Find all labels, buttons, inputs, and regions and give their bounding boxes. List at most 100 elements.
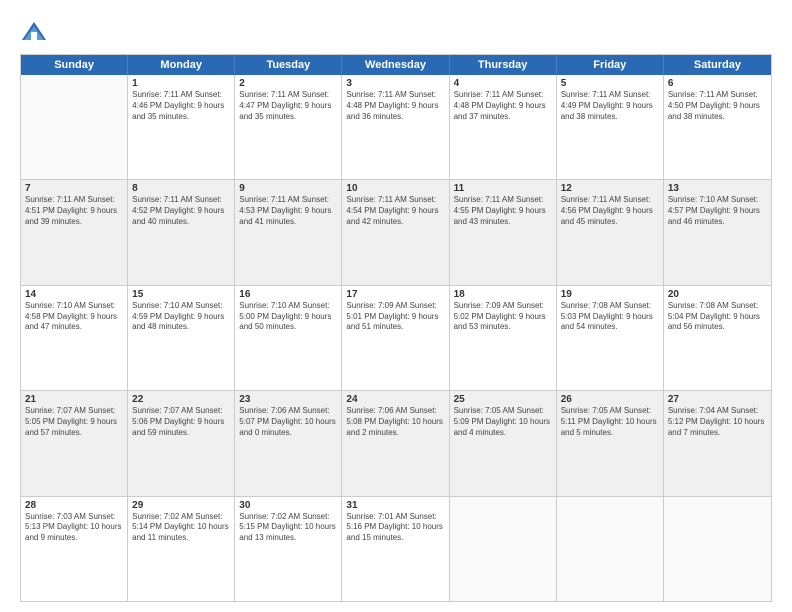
cal-cell-1-5: 4Sunrise: 7:11 AM Sunset: 4:48 PM Daylig… [450, 75, 557, 179]
weekday-header-thursday: Thursday [450, 55, 557, 75]
day-number: 12 [561, 183, 659, 194]
cal-cell-4-7: 27Sunrise: 7:04 AM Sunset: 5:12 PM Dayli… [664, 391, 771, 495]
cal-cell-4-1: 21Sunrise: 7:07 AM Sunset: 5:05 PM Dayli… [21, 391, 128, 495]
cal-cell-5-7 [664, 497, 771, 601]
day-info: Sunrise: 7:02 AM Sunset: 5:15 PM Dayligh… [239, 512, 337, 544]
cal-cell-3-1: 14Sunrise: 7:10 AM Sunset: 4:58 PM Dayli… [21, 286, 128, 390]
day-number: 30 [239, 500, 337, 511]
day-info: Sunrise: 7:01 AM Sunset: 5:16 PM Dayligh… [346, 512, 444, 544]
cal-cell-1-4: 3Sunrise: 7:11 AM Sunset: 4:48 PM Daylig… [342, 75, 449, 179]
day-info: Sunrise: 7:08 AM Sunset: 5:03 PM Dayligh… [561, 301, 659, 333]
calendar-row-1: 1Sunrise: 7:11 AM Sunset: 4:46 PM Daylig… [21, 75, 771, 180]
day-info: Sunrise: 7:10 AM Sunset: 4:58 PM Dayligh… [25, 301, 123, 333]
calendar-body: 1Sunrise: 7:11 AM Sunset: 4:46 PM Daylig… [21, 75, 771, 601]
day-info: Sunrise: 7:10 AM Sunset: 4:59 PM Dayligh… [132, 301, 230, 333]
cal-cell-2-7: 13Sunrise: 7:10 AM Sunset: 4:57 PM Dayli… [664, 180, 771, 284]
day-info: Sunrise: 7:02 AM Sunset: 5:14 PM Dayligh… [132, 512, 230, 544]
day-number: 4 [454, 78, 552, 89]
calendar-row-5: 28Sunrise: 7:03 AM Sunset: 5:13 PM Dayli… [21, 497, 771, 601]
cal-cell-5-2: 29Sunrise: 7:02 AM Sunset: 5:14 PM Dayli… [128, 497, 235, 601]
day-info: Sunrise: 7:11 AM Sunset: 4:56 PM Dayligh… [561, 195, 659, 227]
cal-cell-4-4: 24Sunrise: 7:06 AM Sunset: 5:08 PM Dayli… [342, 391, 449, 495]
weekday-header-saturday: Saturday [664, 55, 771, 75]
cal-cell-2-3: 9Sunrise: 7:11 AM Sunset: 4:53 PM Daylig… [235, 180, 342, 284]
day-info: Sunrise: 7:07 AM Sunset: 5:05 PM Dayligh… [25, 406, 123, 438]
cal-cell-2-2: 8Sunrise: 7:11 AM Sunset: 4:52 PM Daylig… [128, 180, 235, 284]
header [20, 18, 772, 46]
calendar-row-3: 14Sunrise: 7:10 AM Sunset: 4:58 PM Dayli… [21, 286, 771, 391]
day-info: Sunrise: 7:05 AM Sunset: 5:09 PM Dayligh… [454, 406, 552, 438]
logo-icon [20, 18, 48, 46]
day-number: 2 [239, 78, 337, 89]
day-info: Sunrise: 7:11 AM Sunset: 4:53 PM Dayligh… [239, 195, 337, 227]
day-number: 27 [668, 394, 767, 405]
cal-cell-1-2: 1Sunrise: 7:11 AM Sunset: 4:46 PM Daylig… [128, 75, 235, 179]
cal-cell-3-4: 17Sunrise: 7:09 AM Sunset: 5:01 PM Dayli… [342, 286, 449, 390]
weekday-header-monday: Monday [128, 55, 235, 75]
day-number: 19 [561, 289, 659, 300]
cal-cell-4-3: 23Sunrise: 7:06 AM Sunset: 5:07 PM Dayli… [235, 391, 342, 495]
day-number: 21 [25, 394, 123, 405]
cal-cell-2-1: 7Sunrise: 7:11 AM Sunset: 4:51 PM Daylig… [21, 180, 128, 284]
day-number: 14 [25, 289, 123, 300]
day-number: 7 [25, 183, 123, 194]
page: SundayMondayTuesdayWednesdayThursdayFrid… [0, 0, 792, 612]
day-number: 13 [668, 183, 767, 194]
day-number: 9 [239, 183, 337, 194]
day-number: 26 [561, 394, 659, 405]
cal-cell-1-3: 2Sunrise: 7:11 AM Sunset: 4:47 PM Daylig… [235, 75, 342, 179]
weekday-header-sunday: Sunday [21, 55, 128, 75]
cal-cell-5-1: 28Sunrise: 7:03 AM Sunset: 5:13 PM Dayli… [21, 497, 128, 601]
day-info: Sunrise: 7:08 AM Sunset: 5:04 PM Dayligh… [668, 301, 767, 333]
calendar-row-2: 7Sunrise: 7:11 AM Sunset: 4:51 PM Daylig… [21, 180, 771, 285]
day-number: 10 [346, 183, 444, 194]
day-info: Sunrise: 7:11 AM Sunset: 4:47 PM Dayligh… [239, 90, 337, 122]
calendar-header: SundayMondayTuesdayWednesdayThursdayFrid… [21, 55, 771, 75]
day-info: Sunrise: 7:11 AM Sunset: 4:50 PM Dayligh… [668, 90, 767, 122]
day-number: 23 [239, 394, 337, 405]
day-number: 24 [346, 394, 444, 405]
cal-cell-1-6: 5Sunrise: 7:11 AM Sunset: 4:49 PM Daylig… [557, 75, 664, 179]
day-number: 6 [668, 78, 767, 89]
day-info: Sunrise: 7:11 AM Sunset: 4:46 PM Dayligh… [132, 90, 230, 122]
day-info: Sunrise: 7:11 AM Sunset: 4:52 PM Dayligh… [132, 195, 230, 227]
weekday-header-wednesday: Wednesday [342, 55, 449, 75]
day-info: Sunrise: 7:09 AM Sunset: 5:02 PM Dayligh… [454, 301, 552, 333]
day-number: 25 [454, 394, 552, 405]
day-info: Sunrise: 7:11 AM Sunset: 4:54 PM Dayligh… [346, 195, 444, 227]
calendar: SundayMondayTuesdayWednesdayThursdayFrid… [20, 54, 772, 602]
day-number: 17 [346, 289, 444, 300]
day-number: 15 [132, 289, 230, 300]
cal-cell-2-6: 12Sunrise: 7:11 AM Sunset: 4:56 PM Dayli… [557, 180, 664, 284]
day-info: Sunrise: 7:11 AM Sunset: 4:55 PM Dayligh… [454, 195, 552, 227]
day-info: Sunrise: 7:06 AM Sunset: 5:07 PM Dayligh… [239, 406, 337, 438]
day-number: 1 [132, 78, 230, 89]
cal-cell-2-4: 10Sunrise: 7:11 AM Sunset: 4:54 PM Dayli… [342, 180, 449, 284]
day-number: 31 [346, 500, 444, 511]
logo [20, 18, 52, 46]
weekday-header-tuesday: Tuesday [235, 55, 342, 75]
cal-cell-3-7: 20Sunrise: 7:08 AM Sunset: 5:04 PM Dayli… [664, 286, 771, 390]
day-number: 22 [132, 394, 230, 405]
day-number: 29 [132, 500, 230, 511]
cal-cell-3-2: 15Sunrise: 7:10 AM Sunset: 4:59 PM Dayli… [128, 286, 235, 390]
day-number: 3 [346, 78, 444, 89]
day-number: 20 [668, 289, 767, 300]
day-info: Sunrise: 7:04 AM Sunset: 5:12 PM Dayligh… [668, 406, 767, 438]
cal-cell-3-5: 18Sunrise: 7:09 AM Sunset: 5:02 PM Dayli… [450, 286, 557, 390]
day-number: 18 [454, 289, 552, 300]
day-number: 11 [454, 183, 552, 194]
cal-cell-2-5: 11Sunrise: 7:11 AM Sunset: 4:55 PM Dayli… [450, 180, 557, 284]
day-number: 16 [239, 289, 337, 300]
day-info: Sunrise: 7:05 AM Sunset: 5:11 PM Dayligh… [561, 406, 659, 438]
cal-cell-3-3: 16Sunrise: 7:10 AM Sunset: 5:00 PM Dayli… [235, 286, 342, 390]
cal-cell-4-2: 22Sunrise: 7:07 AM Sunset: 5:06 PM Dayli… [128, 391, 235, 495]
day-number: 28 [25, 500, 123, 511]
cal-cell-1-1 [21, 75, 128, 179]
day-info: Sunrise: 7:11 AM Sunset: 4:48 PM Dayligh… [346, 90, 444, 122]
day-number: 5 [561, 78, 659, 89]
calendar-row-4: 21Sunrise: 7:07 AM Sunset: 5:05 PM Dayli… [21, 391, 771, 496]
day-info: Sunrise: 7:11 AM Sunset: 4:48 PM Dayligh… [454, 90, 552, 122]
day-info: Sunrise: 7:09 AM Sunset: 5:01 PM Dayligh… [346, 301, 444, 333]
day-info: Sunrise: 7:11 AM Sunset: 4:51 PM Dayligh… [25, 195, 123, 227]
